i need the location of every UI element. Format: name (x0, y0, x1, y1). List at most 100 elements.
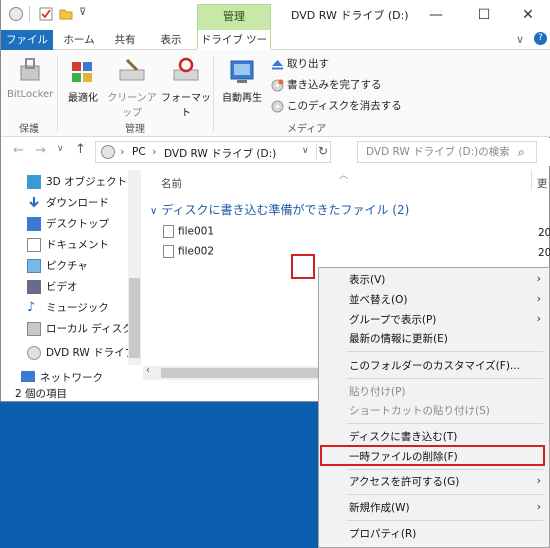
menu-item-paste-shortcut[interactable]: ショートカットの貼り付け(S) (349, 401, 490, 421)
nav-item-3d-objects[interactable]: 3D オブジェクト (27, 173, 127, 191)
submenu-arrow-icon: › (536, 474, 541, 487)
group-separator (57, 56, 58, 132)
menu-item-new[interactable]: 新規作成(W) (349, 498, 410, 518)
help-icon[interactable]: ? (534, 32, 547, 45)
group-separator (213, 56, 214, 132)
collapse-chevron-icon[interactable]: ∨ (150, 206, 157, 217)
nav-scrollbar-thumb[interactable] (129, 278, 140, 358)
menu-item-properties[interactable]: プロパティ(R) (349, 524, 416, 544)
eject-command[interactable]: 取り出す (271, 56, 329, 71)
menu-item-customize-folder[interactable]: このフォルダーのカスタマイズ(F)... (349, 356, 520, 376)
refresh-icon[interactable]: ↻ (318, 144, 328, 158)
nav-label: ネットワーク (40, 372, 103, 382)
divider (316, 144, 317, 160)
tab-drive-tools[interactable]: ドライブ ツール (197, 30, 271, 66)
file-name: file002 (178, 245, 215, 258)
video-icon (27, 280, 41, 294)
menu-item-give-access[interactable]: アクセスを許可する(G) (349, 472, 459, 492)
nav-label: DVD RW ドライブ ( (46, 347, 141, 359)
group-title: ディスクに書き込む準備ができたファイル (2) (161, 203, 410, 217)
menu-separator (347, 469, 543, 470)
tab-view[interactable]: 表示 (151, 30, 191, 50)
menu-item-group-by[interactable]: グループで表示(P) (349, 310, 436, 330)
menu-item-burn-to-disc[interactable]: ディスクに書き込む(T) (349, 427, 457, 447)
breadcrumb-drive[interactable]: DVD RW ドライブ (D:) (164, 146, 276, 161)
tab-file[interactable]: ファイル (1, 30, 53, 50)
list-item[interactable]: file001 (163, 225, 214, 238)
picture-icon (27, 259, 41, 273)
bitlocker-icon (15, 56, 45, 86)
cleanup-label: クリーンアップ (107, 93, 157, 119)
nav-item-downloads[interactable]: ダウンロード (27, 194, 109, 212)
column-header-date[interactable]: 更 (537, 176, 548, 191)
up-arrow-icon[interactable]: ↑ (75, 142, 86, 157)
menu-item-refresh[interactable]: 最新の情報に更新(E) (349, 329, 448, 349)
file-date: 20 (538, 247, 550, 259)
menu-separator (347, 520, 543, 521)
search-input[interactable]: DVD RW ドライブ (D:)の検索 (357, 141, 537, 163)
nav-label: ビデオ (46, 281, 78, 293)
properties-icon[interactable] (39, 7, 53, 21)
customize-quick-access-icon[interactable]: ⊽ (79, 7, 86, 18)
autoplay-icon (227, 56, 257, 86)
nav-item-local-disk[interactable]: ローカル ディスク (C (27, 320, 141, 338)
tab-share[interactable]: 共有 (105, 30, 145, 50)
nav-item-network[interactable]: ネットワーク (21, 369, 103, 382)
address-bar[interactable]: › PC › DVD RW ドライブ (D:) ∨ ↻ (95, 141, 331, 163)
tab-home[interactable]: ホーム (59, 30, 99, 50)
menu-item-paste[interactable]: 貼り付け(P) (349, 382, 406, 402)
burn-disc-icon (271, 79, 284, 92)
back-arrow-icon[interactable]: ← (13, 143, 24, 158)
navigation-bar: ← → ∨ ↑ › PC › DVD RW ドライブ (D:) ∨ ↻ DVD … (1, 138, 550, 166)
navigation-pane: 3D オブジェクト ダウンロード デスクトップ ドキュメント ピクチャ ビデオ … (1, 170, 141, 382)
nav-item-desktop[interactable]: デスクトップ (27, 215, 109, 233)
group-header[interactable]: ∨ ディスクに書き込む準備ができたファイル (2) (150, 201, 409, 218)
menu-label: プロパティ(R) (349, 528, 417, 540)
close-button[interactable]: ✕ (505, 0, 550, 30)
menu-label: このフォルダーのカスタマイズ(F)... (349, 360, 520, 372)
collapse-ribbon-icon[interactable]: ∨ (516, 33, 524, 46)
scroll-left-icon[interactable]: ‹ (146, 365, 150, 376)
bitlocker-button[interactable]: BitLocker (7, 56, 53, 100)
breadcrumb-chevron-icon: › (152, 145, 157, 158)
erase-disc-command[interactable]: このディスクを消去する (271, 98, 402, 113)
format-button[interactable]: フォーマット (161, 56, 211, 119)
forward-arrow-icon[interactable]: → (35, 143, 46, 158)
menu-label: 表示(V) (349, 274, 386, 286)
column-header-name[interactable]: 名前 (161, 176, 182, 191)
window-title: DVD RW ドライブ (D:) (291, 9, 409, 22)
nav-item-pictures[interactable]: ピクチャ (27, 257, 88, 275)
finish-burning-command[interactable]: 書き込みを完了する (271, 77, 382, 92)
recent-locations-icon[interactable]: ∨ (57, 144, 64, 154)
new-folder-icon[interactable] (59, 7, 73, 21)
nav-item-music[interactable]: ♪ ミュージック (27, 299, 109, 317)
nav-item-videos[interactable]: ビデオ (27, 278, 78, 296)
nav-item-documents[interactable]: ドキュメント (27, 236, 109, 254)
menu-label: 並べ替え(O) (349, 294, 408, 306)
optimize-button[interactable]: 最適化 (63, 56, 103, 104)
maximize-button[interactable]: ☐ (461, 0, 507, 30)
document-icon (27, 238, 41, 252)
format-label: フォーマット (161, 93, 211, 119)
eject-icon (271, 58, 284, 71)
file-name: file001 (178, 225, 215, 238)
menu-separator (347, 378, 543, 379)
minimize-button[interactable]: — (413, 0, 459, 30)
group-label-manage: 管理 (125, 124, 145, 135)
breadcrumb-pc[interactable]: PC (132, 146, 146, 158)
list-item[interactable]: file002 (163, 245, 214, 258)
menu-label: 最新の情報に更新(E) (349, 333, 448, 345)
menu-item-sort[interactable]: 並べ替え(O) (349, 290, 407, 310)
cleanup-button[interactable]: クリーンアップ (103, 56, 161, 119)
menu-separator (347, 423, 543, 424)
nav-label: ローカル ディスク (C (46, 323, 141, 335)
nav-label: デスクトップ (46, 218, 109, 230)
horizontal-scrollbar-thumb[interactable] (161, 368, 321, 378)
address-dropdown-icon[interactable]: ∨ (302, 146, 309, 156)
menu-label: 貼り付け(P) (349, 386, 406, 398)
nav-item-dvd-drive[interactable]: DVD RW ドライブ ( (27, 344, 141, 362)
autoplay-button[interactable]: 自動再生 (219, 56, 265, 104)
submenu-arrow-icon: › (536, 292, 541, 305)
menu-item-view[interactable]: 表示(V) (349, 270, 549, 290)
submenu-arrow-icon: › (536, 500, 541, 513)
